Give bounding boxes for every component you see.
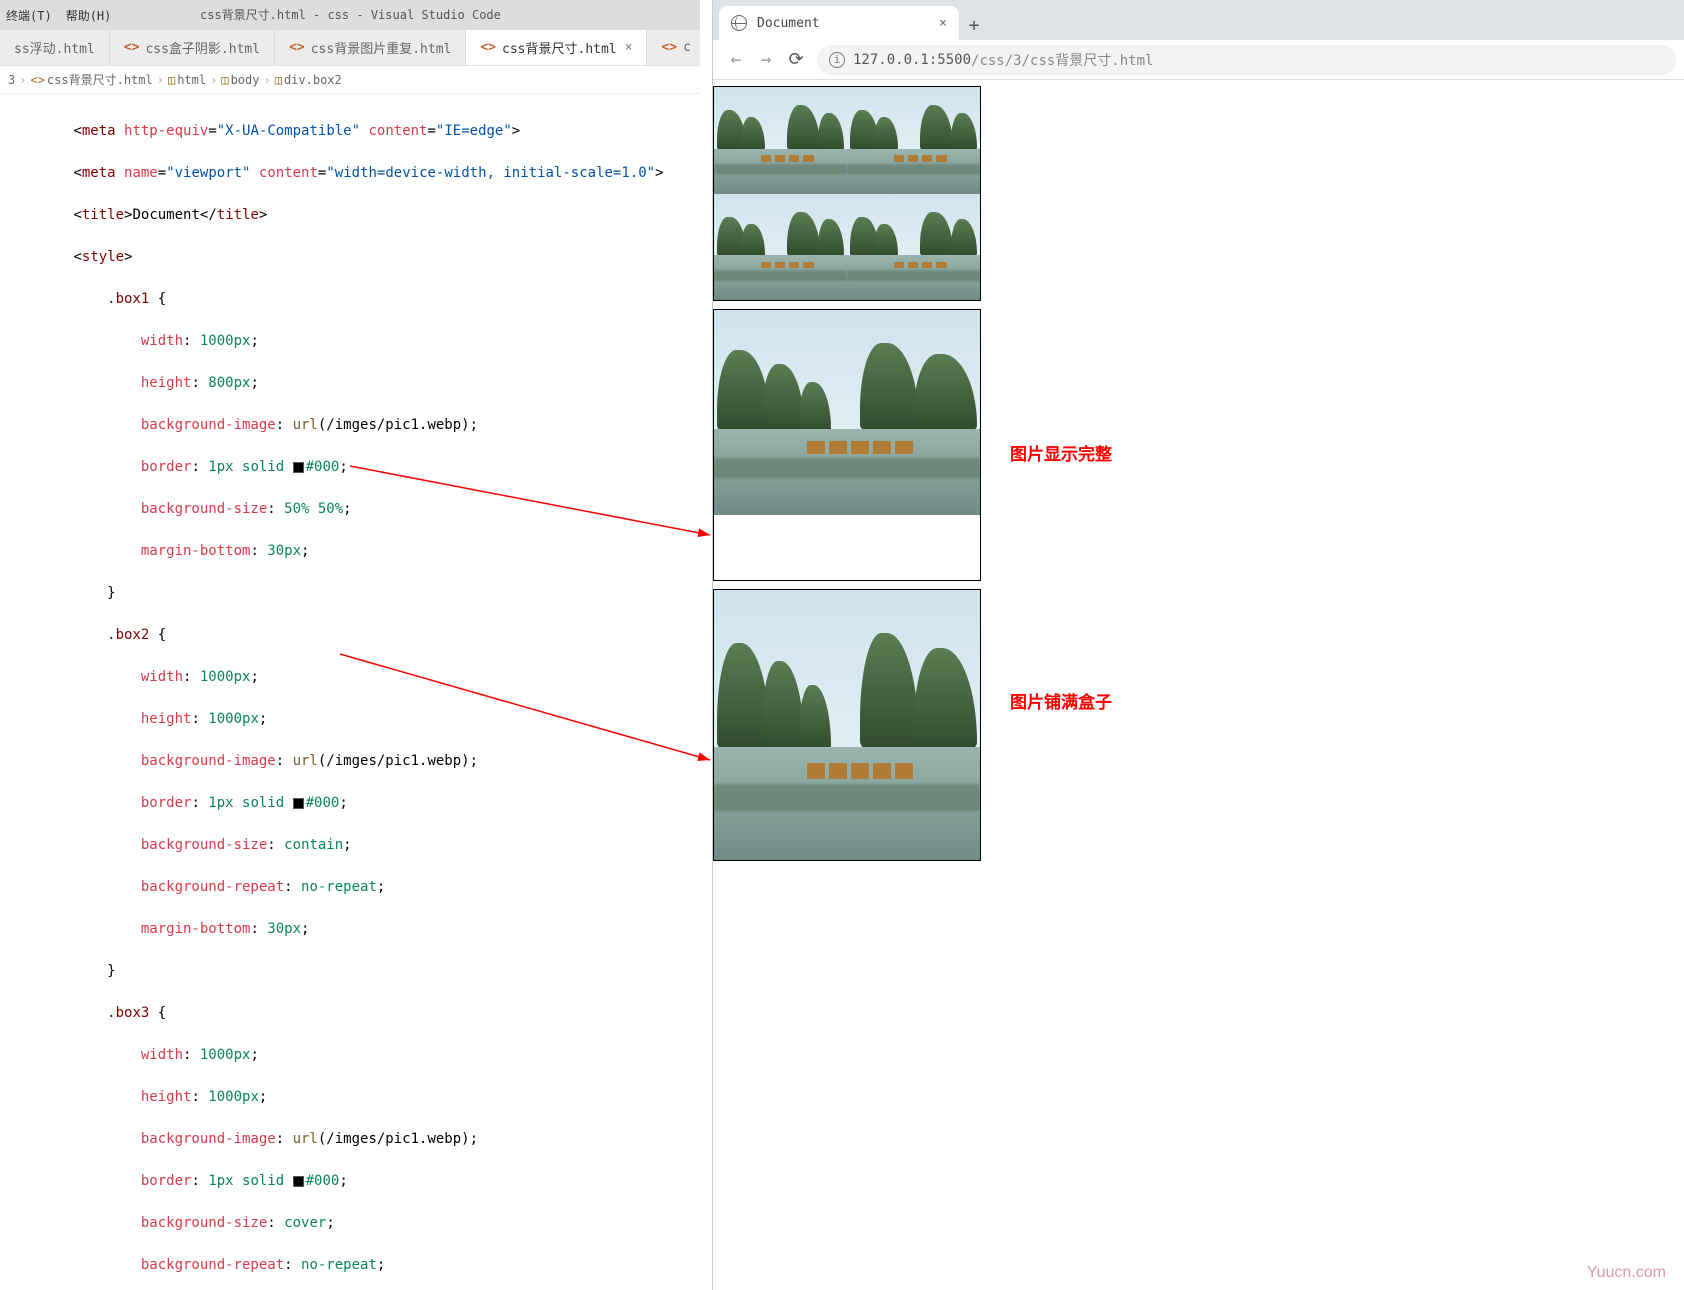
breadcrumb[interactable]: 3› <>css背景尺寸.html› ◫html› ◫body› ◫div.bo… bbox=[0, 66, 700, 94]
page-content bbox=[713, 80, 1684, 861]
annotation-contain: 图片显示完整 bbox=[1010, 440, 1112, 465]
tab-partial[interactable]: <>c bbox=[647, 30, 700, 65]
tab-float[interactable]: ss浮动.html bbox=[0, 30, 110, 65]
new-tab-button[interactable]: + bbox=[959, 15, 989, 40]
url-host: 127.0.0.1:5500 bbox=[853, 52, 971, 68]
demo-box3 bbox=[713, 589, 981, 861]
editor-tabs: ss浮动.html <>css盒子阴影.html <>css背景图片重复.htm… bbox=[0, 30, 700, 66]
demo-box1 bbox=[713, 86, 981, 301]
close-icon[interactable]: × bbox=[625, 40, 633, 55]
forward-button[interactable]: → bbox=[751, 49, 781, 70]
globe-icon bbox=[731, 15, 747, 31]
tab-boxshadow[interactable]: <>css盒子阴影.html bbox=[110, 30, 275, 65]
browser-tab[interactable]: Document × bbox=[719, 6, 959, 40]
vscode-window: 终端(T) 帮助(H) css背景尺寸.html - css - Visual … bbox=[0, 0, 700, 1290]
browser-toolbar: ← → ⟳ i 127.0.0.1:5500/css/3/css背景尺寸.htm… bbox=[713, 40, 1684, 80]
browser-tabbar: Document × + bbox=[713, 0, 1684, 40]
menubar: 终端(T) 帮助(H) css背景尺寸.html - css - Visual … bbox=[0, 0, 700, 30]
tab-bgsize[interactable]: <>css背景尺寸.html× bbox=[466, 30, 647, 65]
url-path: /css/3/css背景尺寸.html bbox=[971, 50, 1153, 70]
browser-window: Document × + ← → ⟳ i 127.0.0.1:5500/css/… bbox=[712, 0, 1684, 1290]
demo-box2 bbox=[713, 309, 981, 581]
address-bar[interactable]: i 127.0.0.1:5500/css/3/css背景尺寸.html bbox=[817, 45, 1676, 75]
code-editor[interactable]: <meta http-equiv="X-UA-Compatible" conte… bbox=[0, 94, 700, 1290]
menu-terminal[interactable]: 终端(T) bbox=[6, 7, 52, 24]
watermark: Yuucn.com bbox=[1587, 1264, 1666, 1282]
annotation-cover: 图片铺满盒子 bbox=[1010, 688, 1112, 713]
tab-bgrepeat[interactable]: <>css背景图片重复.html bbox=[275, 30, 466, 65]
menu-help[interactable]: 帮助(H) bbox=[66, 7, 112, 24]
browser-tab-title: Document bbox=[757, 16, 820, 31]
info-icon[interactable]: i bbox=[829, 52, 845, 68]
reload-button[interactable]: ⟳ bbox=[781, 49, 811, 70]
close-icon[interactable]: × bbox=[939, 16, 947, 31]
back-button[interactable]: ← bbox=[721, 49, 751, 70]
